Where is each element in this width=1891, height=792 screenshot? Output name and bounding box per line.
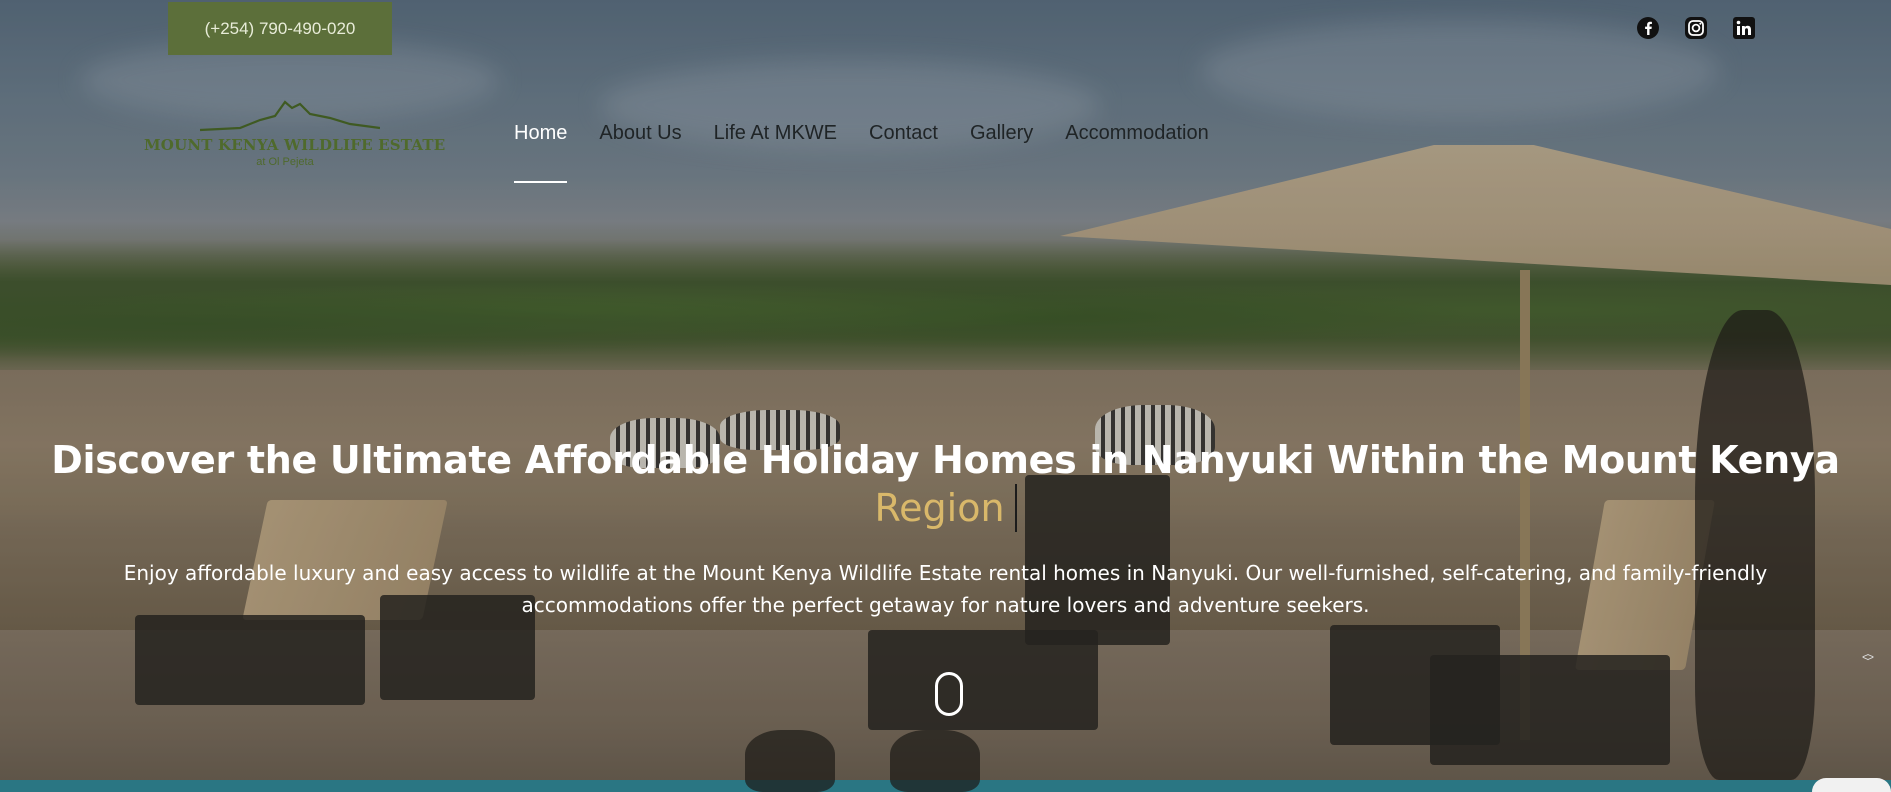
- nav-contact[interactable]: Contact: [869, 122, 938, 145]
- social-links: [1636, 16, 1756, 40]
- slider-arrows-icon[interactable]: <>: [1862, 650, 1874, 664]
- hero-headline: Discover the Ultimate Affordable Holiday…: [51, 438, 1840, 482]
- hero-headline-highlight: Region: [874, 486, 1005, 530]
- instagram-link[interactable]: [1684, 16, 1708, 40]
- nav-about-us[interactable]: About Us: [599, 122, 681, 145]
- nav-accommodation[interactable]: Accommodation: [1065, 122, 1208, 145]
- logo-subtitle: at Ol Pejeta: [256, 156, 314, 168]
- phone-button[interactable]: (+254) 790-490-020: [168, 2, 392, 55]
- main-nav: Home About Us Life At MKWE Contact Galle…: [514, 122, 1209, 183]
- facebook-link[interactable]: [1636, 16, 1660, 40]
- nav-gallery[interactable]: Gallery: [970, 122, 1033, 145]
- typing-cursor: [1014, 484, 1017, 532]
- nav-life-at-mkwe[interactable]: Life At MKWE: [714, 122, 837, 145]
- mountain-logo-icon: [200, 100, 380, 132]
- logo-name: MOUNT KENYA WILDLIFE ESTATE: [144, 136, 446, 154]
- nav-home[interactable]: Home: [514, 122, 568, 183]
- site-logo[interactable]: MOUNT KENYA WILDLIFE ESTATE at Ol Pejeta: [140, 98, 445, 172]
- scroll-down-icon[interactable]: [935, 672, 963, 716]
- hero-subtext: Enjoy affordable luxury and easy access …: [123, 561, 1768, 617]
- hero-headline-highlight-line: Region: [0, 484, 1891, 532]
- chat-widget-button[interactable]: [1812, 778, 1891, 792]
- linkedin-link[interactable]: [1732, 16, 1756, 40]
- linkedin-icon: [1733, 17, 1755, 39]
- facebook-icon: [1637, 17, 1659, 39]
- instagram-icon: [1685, 17, 1707, 39]
